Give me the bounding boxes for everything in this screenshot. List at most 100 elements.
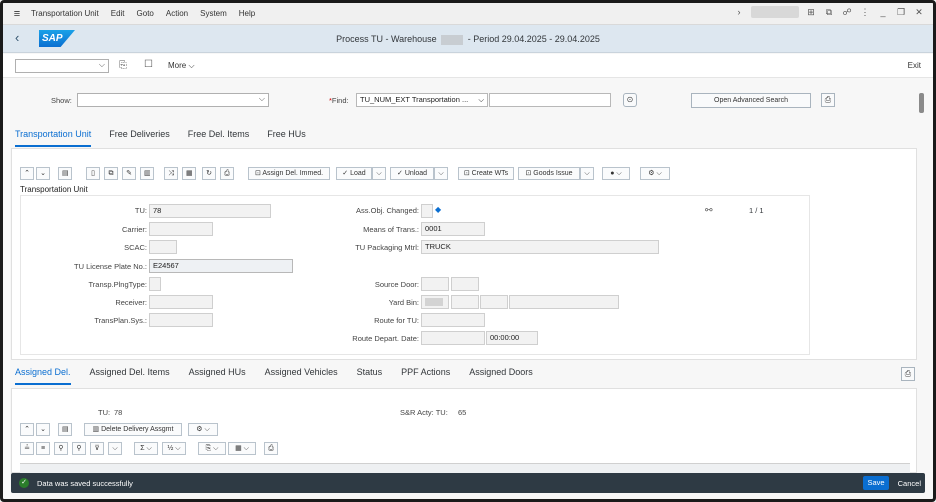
scroll-down-icon[interactable]: ⌄ [36, 167, 50, 180]
delete-icon[interactable]: ▥ [140, 167, 154, 180]
tab-free-hus[interactable]: Free HUs [267, 129, 306, 147]
services-menu-button[interactable]: ⚙ ⌵ [188, 423, 218, 436]
load-menu-chevron-icon[interactable]: ⌵ [372, 167, 386, 180]
vertical-scrollbar[interactable] [919, 83, 925, 343]
tab-assigned-vehicles[interactable]: Assigned Vehicles [265, 367, 338, 385]
sort-descending-icon[interactable]: ≡ [36, 442, 50, 455]
exit-button[interactable]: Exit [908, 61, 921, 70]
assign-del-immed-button[interactable]: ⊡ Assign Del. Immed. [248, 167, 330, 180]
refresh-icon[interactable]: ↻ [202, 167, 216, 180]
services-menu-button[interactable]: ⚙ ⌵ [640, 167, 670, 180]
filter-menu-chevron-icon[interactable]: ⌵ [108, 442, 122, 455]
load-button[interactable]: ✓ Load [336, 167, 372, 180]
expand-icon[interactable]: ⎙ [901, 367, 915, 381]
find-input[interactable] [489, 93, 611, 107]
find-select[interactable]: TU_NUM_EXT Transportation ... ⌵ [356, 93, 488, 107]
edit-icon[interactable]: ✎ [122, 167, 136, 180]
scrollbar-thumb[interactable] [919, 93, 924, 113]
tab-free-del-items[interactable]: Free Del. Items [188, 129, 250, 147]
yard-bin-field-2[interactable] [451, 295, 479, 309]
tab-assigned-del[interactable]: Assigned Del. [15, 367, 71, 385]
plate-field[interactable]: E24567 [149, 259, 293, 273]
save-variant-icon[interactable]: ⎘ [119, 60, 127, 71]
hamburger-menu-icon[interactable]: ≡ [3, 8, 31, 20]
yard-bin-field[interactable] [421, 295, 449, 309]
redacted-value [425, 298, 443, 307]
cancel-button[interactable]: Cancel [898, 479, 921, 488]
tab-status[interactable]: Status [357, 367, 383, 385]
menu-help[interactable]: Help [239, 9, 255, 18]
filter-icon[interactable]: ⊽ [90, 442, 104, 455]
packaging-field[interactable]: TRUCK [421, 240, 659, 254]
info-menu-button[interactable]: ● ⌵ [602, 167, 630, 180]
assobj-checkbox[interactable] [421, 204, 433, 218]
open-advanced-search-button[interactable]: Open Advanced Search [691, 93, 811, 108]
goods-issue-menu-chevron-icon[interactable]: ⌵ [580, 167, 594, 180]
search-icon[interactable]: ⚲ [54, 442, 68, 455]
menu-transportation-unit[interactable]: Transportation Unit [31, 9, 99, 18]
scroll-up-icon[interactable]: ⌃ [20, 423, 34, 436]
details-icon[interactable]: ▤ [58, 423, 72, 436]
user-settings-icon[interactable]: ☍ [841, 6, 853, 18]
print-icon[interactable]: ⎙ [264, 442, 278, 455]
minimize-icon[interactable]: _ [877, 6, 889, 18]
unload-button[interactable]: ✓ Unload [390, 167, 434, 180]
menu-action[interactable]: Action [166, 9, 188, 18]
tab-assigned-del-items[interactable]: Assigned Del. Items [90, 367, 170, 385]
export-icon[interactable]: ⎙ [821, 93, 835, 107]
tu-field[interactable]: 78 [149, 204, 271, 218]
chevron-right-icon[interactable]: › [733, 6, 745, 18]
source-door-field[interactable] [421, 277, 449, 291]
yard-bin-field-4[interactable] [509, 295, 619, 309]
document-icon[interactable]: ▦ [182, 167, 196, 180]
copy-icon[interactable]: ⧉ [104, 167, 118, 180]
scroll-down-icon[interactable]: ⌄ [36, 423, 50, 436]
print-icon[interactable]: ⎙ [220, 167, 234, 180]
variant-select[interactable]: ⌵ [15, 59, 109, 73]
carrier-field[interactable] [149, 222, 213, 236]
subtotal-icon[interactable]: ½ ⌵ [162, 442, 186, 455]
close-icon[interactable]: ✕ [913, 6, 925, 18]
menu-edit[interactable]: Edit [111, 9, 125, 18]
maximize-icon[interactable]: ❐ [895, 6, 907, 18]
find-next-icon[interactable]: ⚲ [72, 442, 86, 455]
create-wts-button[interactable]: ⊡ Create WTs [458, 167, 514, 180]
tab-transportation-unit[interactable]: Transportation Unit [15, 129, 92, 147]
depart-date-field[interactable] [421, 331, 485, 345]
export-icon[interactable]: ⎘ ⌵ [198, 442, 226, 455]
depart-time-field[interactable]: 00:00:00 [486, 331, 538, 345]
more-options-icon[interactable]: ⋮ [859, 6, 871, 18]
yard-bin-field-3[interactable] [480, 295, 508, 309]
tab-assigned-doors[interactable]: Assigned Doors [469, 367, 533, 385]
scroll-up-icon[interactable]: ⌃ [20, 167, 34, 180]
execute-search-icon[interactable]: ⊙ [623, 93, 637, 107]
sum-icon[interactable]: Σ ⌵ [134, 442, 158, 455]
menu-goto[interactable]: Goto [137, 9, 154, 18]
transplan-field[interactable] [149, 313, 213, 327]
create-session-icon[interactable]: ⧉ [823, 6, 835, 18]
delete-delivery-assgmt-button[interactable]: ▥ Delete Delivery Assgmt [84, 423, 182, 436]
route-field[interactable] [421, 313, 485, 327]
means-field[interactable]: 0001 [421, 222, 485, 236]
binoculars-icon[interactable]: ⚯ [705, 205, 713, 216]
sort-ascending-icon[interactable]: ≟ [20, 442, 34, 455]
customize-icon[interactable]: ⊞ [805, 6, 817, 18]
layout-icon[interactable]: ▦ ⌵ [228, 442, 256, 455]
new-icon[interactable]: ▯ [86, 167, 100, 180]
tab-ppf-actions[interactable]: PPF Actions [401, 367, 450, 385]
split-icon[interactable]: ⤨ [164, 167, 178, 180]
unload-menu-chevron-icon[interactable]: ⌵ [434, 167, 448, 180]
receiver-field[interactable] [149, 295, 213, 309]
more-menu[interactable]: More ⌵ [168, 61, 195, 71]
tab-free-deliveries[interactable]: Free Deliveries [109, 129, 170, 147]
scac-field[interactable] [149, 240, 177, 254]
details-icon[interactable]: ▤ [58, 167, 72, 180]
save-button[interactable]: Save [863, 476, 889, 490]
show-select[interactable]: ⌵ [77, 93, 269, 107]
goods-issue-button[interactable]: ⊡ Goods Issue [518, 167, 580, 180]
checkbox-icon[interactable]: ☐ [144, 59, 153, 70]
menu-system[interactable]: System [200, 9, 227, 18]
tab-assigned-hus[interactable]: Assigned HUs [189, 367, 246, 385]
source-door-field-2[interactable] [451, 277, 479, 291]
plng-type-field[interactable] [149, 277, 161, 291]
